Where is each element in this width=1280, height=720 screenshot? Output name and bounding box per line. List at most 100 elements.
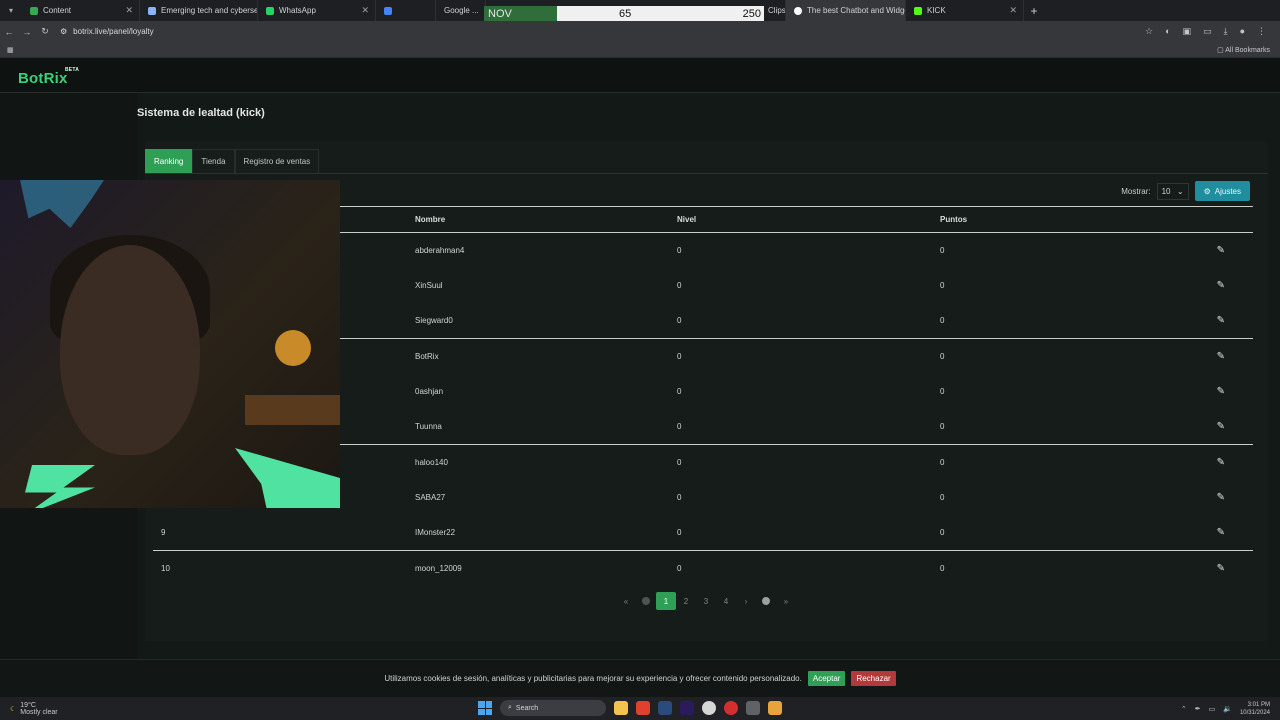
tab-title: Clips - Watch Live on ... [768,6,786,15]
close-tab-icon[interactable]: ✕ [119,5,133,16]
back-icon[interactable]: ← [0,27,18,37]
page-2-button[interactable]: 2 [676,592,696,610]
pagination: « 1 2 3 4 › » [616,592,796,610]
next-page-button[interactable]: › [736,592,756,610]
edit-pencil-icon[interactable]: ✎ [1217,492,1225,503]
chrome-icon[interactable] [702,701,716,715]
clock-date: 10/31/2024 [1239,709,1270,716]
edit-pencil-icon[interactable]: ✎ [1217,351,1225,362]
browser-tab-active[interactable]: The best Chatbot and Widgets ✕ [786,0,906,21]
first-page-button[interactable]: « [616,592,636,610]
pen-icon[interactable]: ✒ [1195,705,1201,713]
windows-start-icon[interactable] [478,701,492,715]
tab-favicon-icon [30,6,38,15]
edit-pencil-icon[interactable]: ✎ [1217,527,1225,538]
botrix-logo[interactable]: BotRix BETA [18,67,79,87]
browser-tab[interactable]: Content ✕ [22,0,140,21]
display-icon[interactable]: ▭ [1209,705,1216,713]
tab-search-button[interactable]: ▾ [0,0,22,21]
cell-points: 0 [940,280,945,290]
obs-icon[interactable] [724,701,738,715]
extension-icon[interactable]: ◐ [1165,26,1170,37]
settings-button-label: Ajustes [1214,186,1241,196]
page-1-button[interactable]: 1 [656,592,676,610]
edit-pencil-icon[interactable]: ✎ [1217,563,1225,574]
cell-actions: ✎ [1203,233,1253,268]
browser-toolbar-icons: ☆ ◐ ▣ ▭ ⤓ ● ⋮ [1145,26,1280,37]
volume-icon[interactable]: 🔉 [1223,705,1232,713]
tray-chevron-icon[interactable]: ⌃ [1181,705,1187,713]
weather-widget[interactable]: ☾ 19°C Mostly clear [10,702,58,716]
edit-pencil-icon[interactable]: ✎ [1217,245,1225,256]
all-bookmarks-link[interactable]: ▢ All Bookmarks [1217,46,1270,54]
bookmark-star-icon[interactable]: ☆ [1145,26,1153,37]
premiere-icon[interactable] [680,701,694,715]
cell-rank: 9 [161,527,166,537]
next-dot-icon[interactable] [756,592,776,610]
profile-icon[interactable]: ● [1240,26,1245,37]
edit-pencil-icon[interactable]: ✎ [1217,386,1225,397]
cell-actions: ✎ [1203,515,1253,550]
cell-name: abderahman4 [415,245,465,255]
tab-tienda[interactable]: Tienda [192,149,235,173]
clock[interactable]: 3:01 PM 10/31/2024 [1240,701,1270,717]
cell-level: 0 [677,337,940,374]
tab-list: Ranking Tienda Registro de ventas [145,149,320,173]
url-text: botrix.live/panel/loyalty [73,27,154,36]
column-header-actions [1203,206,1253,233]
prev-dot-icon[interactable] [636,592,656,610]
streamer-face [60,245,200,455]
taskbar-search[interactable]: ⌕ Search [500,700,606,716]
reload-icon[interactable]: ↻ [36,26,54,37]
close-tab-icon[interactable]: ✕ [355,5,369,16]
tabs-divider [145,173,1268,174]
tab-registro-ventas[interactable]: Registro de ventas [234,149,320,173]
app-icon[interactable] [768,701,782,715]
edit-pencil-icon[interactable]: ✎ [1217,280,1225,291]
tab-favicon-icon [148,6,156,15]
steam-icon[interactable] [658,701,672,715]
page-3-button[interactable]: 3 [696,592,716,610]
browser-tab[interactable]: KICK ✕ [906,0,1024,21]
download-icon[interactable]: ⤓ [1224,26,1228,37]
stream-overlay-bar: NOV 65 250 [484,6,764,22]
cell-level: 0 [677,492,682,502]
cell-name: moon_12009 [415,549,677,586]
app-icon[interactable] [746,701,760,715]
weather-temp: 19°C [20,701,36,709]
cell-level: 0 [677,280,682,290]
forward-icon[interactable]: → [18,27,36,37]
edit-pencil-icon[interactable]: ✎ [1217,421,1225,432]
edit-pencil-icon[interactable]: ✎ [1217,315,1225,326]
brave-icon[interactable] [636,701,650,715]
settings-button[interactable]: ⚙ Ajustes [1194,181,1250,201]
last-page-button[interactable]: » [776,592,796,610]
menu-kebab-icon[interactable]: ⋮ [1257,26,1266,37]
close-tab-icon[interactable]: ✕ [1003,5,1017,16]
file-explorer-icon[interactable] [614,701,628,715]
channel-logo-left [25,465,95,508]
browser-tab[interactable]: WhatsApp ✕ [258,0,376,21]
new-tab-button[interactable]: + [1024,4,1044,18]
edit-pencil-icon[interactable]: ✎ [1217,457,1225,468]
browser-tab[interactable]: Emerging tech and cybersecur... ✕ [140,0,258,21]
apps-grid-icon[interactable]: ▦ [7,46,14,54]
page-size-select[interactable]: 10 ⌄ [1156,182,1189,200]
tab-title: Google ... [444,6,479,15]
tab-ranking[interactable]: Ranking [145,149,193,173]
site-info-icon[interactable]: ⚙ [60,27,67,36]
cell-actions: ✎ [1203,303,1253,338]
cell-name: Tuunna [415,421,442,431]
sidepanel-icon[interactable]: ▭ [1203,26,1212,37]
extensions-puzzle-icon[interactable]: ▣ [1183,26,1192,37]
page-4-button[interactable]: 4 [716,592,736,610]
reject-cookies-button[interactable]: Rechazar [851,671,896,686]
browser-tab[interactable] [376,0,436,21]
tab-title: WhatsApp [279,6,316,15]
accept-cookies-button[interactable]: Aceptar [807,671,846,686]
url-field[interactable]: ⚙ botrix.live/panel/loyalty [60,27,154,36]
address-bar: ← → ↻ ⚙ botrix.live/panel/loyalty ☆ ◐ ▣ … [0,21,1280,42]
browser-tab[interactable]: Google ... [436,0,486,21]
webcam-overlay [0,180,340,508]
cell-name: Siegward0 [415,315,453,325]
